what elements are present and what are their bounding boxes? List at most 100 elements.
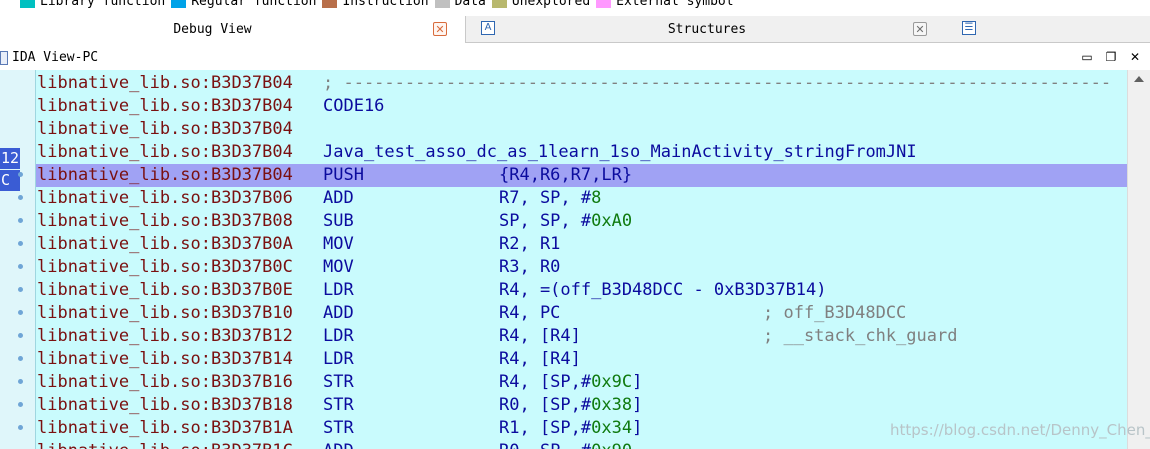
operands: R0, SP, #0x90: [499, 440, 632, 449]
line-address: libnative_lib.so:B3D37B04: [37, 165, 293, 185]
watermark: https://blog.csdn.net/Denny_Chen_: [890, 421, 1150, 439]
current-instruction-line[interactable]: libnative_lib.so:B3D37B04 PUSH {R4,R6,R7,L…: [36, 164, 1127, 187]
listing-line[interactable]: libnative_lib.so:B3D37B0E LDR R4, =(off_B3…: [36, 279, 1127, 302]
arrow-gutter: 12 C: [0, 70, 35, 449]
breakpoint-dot-icon[interactable]: [18, 172, 23, 177]
legend-swatch: [596, 0, 612, 8]
listing-line[interactable]: libnative_lib.so:B3D37B04 CODE16: [36, 95, 1127, 118]
operands: R4, PC: [499, 302, 560, 325]
minimize-icon[interactable]: ▭: [1080, 50, 1094, 64]
immediate-value: 0xA0: [591, 211, 633, 231]
pc-badge: 12: [0, 148, 20, 169]
legend-label: Data: [454, 0, 486, 9]
line-address: libnative_lib.so:B3D37B0E: [37, 280, 293, 300]
listing-line[interactable]: libnative_lib.so:B3D37B18 STR R0, [SP,#0x3…: [36, 394, 1127, 417]
hex-view-tab-icon[interactable]: ☰: [962, 21, 976, 35]
operand-text: R0, [SP,#: [499, 395, 592, 415]
pc-badge-second: C: [0, 170, 20, 191]
close-tab-icon[interactable]: ✕: [433, 22, 447, 36]
mnemonic: ADD: [323, 303, 354, 323]
operand-text: SP, SP, #: [499, 211, 592, 231]
listing-line[interactable]: libnative_lib.so:B3D37B10 ADD R4, PC ; off_…: [36, 302, 1127, 325]
operand-text: R0, SP, #: [499, 441, 591, 449]
immediate-value: 0x34: [591, 418, 633, 438]
line-address: libnative_lib.so:B3D37B08: [37, 211, 293, 231]
legend-item: Unexplored: [491, 0, 590, 9]
color-legend: Library function Regular function Instruct…: [0, 0, 1150, 9]
line-address: libnative_lib.so:B3D37B04: [37, 96, 293, 116]
legend-item: Regular function: [171, 0, 316, 9]
line-address: libnative_lib.so:B3D37B06: [37, 188, 293, 208]
line-address: libnative_lib.so:B3D37B16: [37, 372, 293, 392]
listing-line[interactable]: libnative_lib.so:B3D37B0C MOV R3, R0: [36, 256, 1127, 279]
tab-debug-view[interactable]: Debug View ✕: [0, 16, 466, 43]
operands: R0, [SP,#0x38]: [499, 394, 642, 417]
breakpoint-dot-icon[interactable]: [18, 310, 23, 315]
mnemonic: ADD: [323, 440, 354, 449]
tab-bar: Debug View ✕ A Structures ✕ ☰: [0, 16, 1150, 43]
breakpoint-dot-icon[interactable]: [18, 287, 23, 292]
vertical-scrollbar[interactable]: [1127, 70, 1150, 449]
tab-structures-label: Structures: [667, 22, 747, 37]
listing-line[interactable]: libnative_lib.so:B3D37B1C ADD R0, SP, #0x9…: [36, 440, 1127, 449]
legend-label: Regular function: [191, 0, 317, 9]
operands: R4, [R4]: [499, 348, 581, 371]
mnemonic: ADD: [323, 188, 354, 208]
immediate-value: 0x38: [591, 395, 633, 415]
operand-text: {R4,R6,R7,LR}: [499, 165, 633, 185]
mnemonic: STR: [323, 418, 354, 438]
operand-tail: ]: [632, 395, 643, 415]
listing-line[interactable]: libnative_lib.so:B3D37B04 ; -------------…: [36, 72, 1127, 95]
mnemonic: STR: [323, 372, 354, 392]
legend-swatch: [322, 0, 338, 8]
line-address: libnative_lib.so:B3D37B04: [37, 142, 293, 162]
legend-label: External symbol: [616, 0, 734, 9]
operand-text: R4, [R4]: [499, 349, 581, 369]
mnemonic: CODE16: [323, 96, 385, 116]
mnemonic: STR: [323, 395, 354, 415]
tab-structures[interactable]: A Structures ✕: [467, 16, 947, 43]
immediate-value: 0x9C: [591, 372, 633, 392]
mnemonic: MOV: [323, 234, 354, 254]
ida-view-icon: [0, 51, 8, 65]
tab-debug-view-label: Debug View: [173, 22, 252, 37]
breakpoint-dot-icon[interactable]: [18, 264, 23, 269]
listing-line[interactable]: libnative_lib.so:B3D37B12 LDR R4, [R4] ; __…: [36, 325, 1127, 348]
line-address: libnative_lib.so:B3D37B14: [37, 349, 293, 369]
restore-icon[interactable]: ❐: [1104, 50, 1118, 64]
legend-label: Library function: [40, 0, 166, 9]
ida-view-title: IDA View-PC: [12, 50, 99, 65]
close-view-icon[interactable]: ✕: [1128, 50, 1142, 64]
operand-tail: ]: [632, 372, 643, 392]
breakpoint-dot-icon[interactable]: [18, 218, 23, 223]
listing-line[interactable]: libnative_lib.so:B3D37B04 Java_test_asso_…: [36, 141, 1127, 164]
breakpoint-dot-icon[interactable]: [18, 379, 23, 384]
breakpoint-dot-icon[interactable]: [18, 333, 23, 338]
line-address: libnative_lib.so:B3D37B18: [37, 395, 293, 415]
operands: R4, [R4]: [499, 325, 581, 348]
operand-text: R1, [SP,#: [499, 418, 592, 438]
operand-text: R7, SP, #: [499, 188, 592, 208]
breakpoint-dot-icon[interactable]: [18, 425, 23, 430]
listing-line[interactable]: libnative_lib.so:B3D37B06 ADD R7, SP, #8: [36, 187, 1127, 210]
operands: R2, R1: [499, 233, 560, 256]
disassembly-listing[interactable]: libnative_lib.so:B3D37B04 ; -------------…: [35, 70, 1127, 449]
close-tab-icon[interactable]: ✕: [913, 22, 927, 36]
breakpoint-dot-icon[interactable]: [18, 356, 23, 361]
operand-text: R4, PC: [499, 303, 561, 323]
line-comment: ; __stack_chk_guard: [763, 326, 958, 346]
legend-swatch: [171, 0, 187, 8]
breakpoint-dot-icon[interactable]: [18, 241, 23, 246]
listing-line[interactable]: libnative_lib.so:B3D37B14 LDR R4, [R4]: [36, 348, 1127, 371]
line-address: libnative_lib.so:B3D37B0A: [37, 234, 293, 254]
listing-line[interactable]: libnative_lib.so:B3D37B04: [36, 118, 1127, 141]
ida-view-header: IDA View-PC ▭ ❐ ✕: [0, 47, 1150, 69]
listing-line[interactable]: libnative_lib.so:B3D37B08 SUB SP, SP, #0xA…: [36, 210, 1127, 233]
scroll-up-icon[interactable]: [1134, 76, 1144, 82]
mnemonic: PUSH: [323, 165, 364, 185]
listing-line[interactable]: libnative_lib.so:B3D37B16 STR R4, [SP,#0x9…: [36, 371, 1127, 394]
listing-line[interactable]: libnative_lib.so:B3D37B0A MOV R2, R1: [36, 233, 1127, 256]
line-comment: ; off_B3D48DCC: [763, 303, 907, 323]
breakpoint-dot-icon[interactable]: [18, 402, 23, 407]
breakpoint-dot-icon[interactable]: [18, 195, 23, 200]
